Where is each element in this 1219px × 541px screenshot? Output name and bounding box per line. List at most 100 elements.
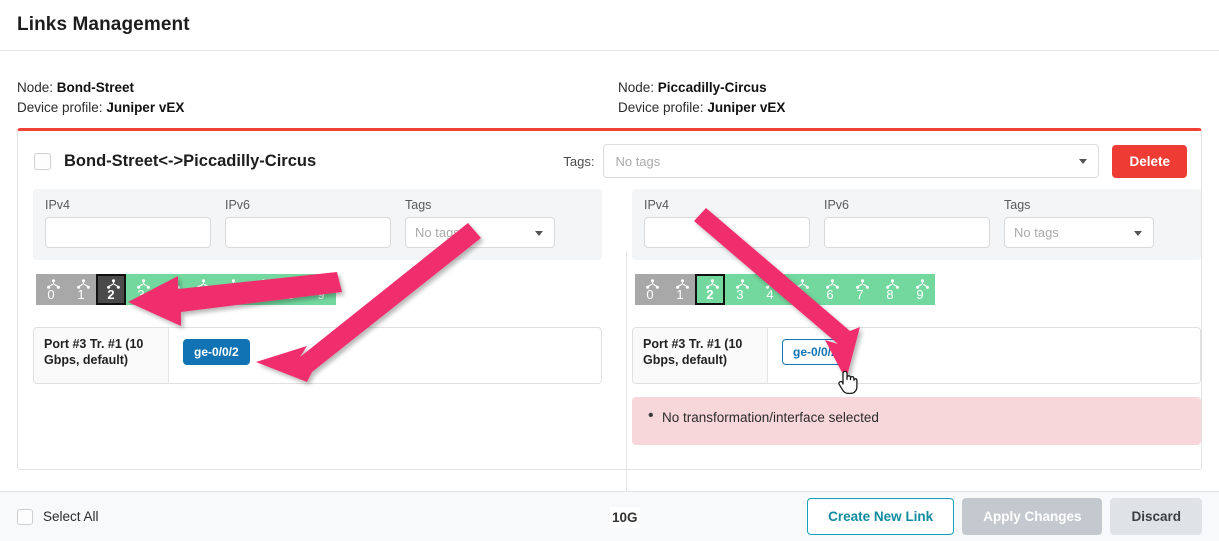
node-name-right: Piccadilly-Circus bbox=[658, 80, 767, 95]
link-card: Bond-Street<->Piccadilly-Circus Tags: No… bbox=[17, 128, 1202, 470]
ipv6-input-left[interactable] bbox=[225, 217, 391, 248]
network-node-icon bbox=[107, 279, 120, 289]
port-detail-body-left: ge-0/0/2 bbox=[169, 328, 601, 383]
port-number: 1 bbox=[77, 287, 84, 302]
field-ipv4-left: IPv4 bbox=[45, 198, 211, 248]
validation-alert-text: No transformation/interface selected bbox=[662, 410, 879, 425]
profile-name-right: Juniper vEX bbox=[707, 100, 785, 115]
network-node-icon bbox=[137, 279, 150, 289]
apply-changes-button[interactable]: Apply Changes bbox=[962, 498, 1102, 535]
port-cell-0[interactable]: 0 bbox=[635, 274, 665, 305]
port-cell-1[interactable]: 1 bbox=[665, 274, 695, 305]
node-row-left: Node: Bond-Street bbox=[17, 78, 618, 98]
port-number: 6 bbox=[227, 287, 234, 302]
ipv6-input-right[interactable] bbox=[824, 217, 990, 248]
interface-chip-left[interactable]: ge-0/0/2 bbox=[183, 339, 250, 365]
interface-chip-right[interactable]: ge-0/0/2 bbox=[782, 339, 849, 365]
profile-label-right: Device profile: bbox=[618, 100, 704, 115]
network-node-icon bbox=[287, 279, 300, 289]
link-tags-label: Tags: bbox=[563, 154, 603, 169]
port-cell-3[interactable]: 3 bbox=[126, 274, 156, 305]
network-node-icon bbox=[77, 279, 90, 289]
ipv4-input-right[interactable] bbox=[644, 217, 810, 248]
tags-label-left: Tags bbox=[405, 198, 555, 212]
validation-alert-right: No transformation/interface selected bbox=[632, 397, 1201, 445]
node-label-left: Node: bbox=[17, 80, 53, 95]
port-cell-6[interactable]: 6 bbox=[815, 274, 845, 305]
network-node-icon bbox=[886, 279, 899, 289]
network-node-icon bbox=[826, 279, 839, 289]
page-title: Links Management bbox=[17, 14, 190, 36]
field-ipv6-left: IPv6 bbox=[225, 198, 391, 248]
link-tags-select[interactable]: No tags bbox=[603, 144, 1099, 178]
field-tags-left: Tags No tags bbox=[405, 198, 555, 248]
port-grid-left: 0123 456 789 bbox=[36, 274, 602, 305]
port-detail-left: Port #3 Tr. #1 (10 Gbps, default) ge-0/0… bbox=[33, 327, 602, 384]
port-number: 7 bbox=[856, 287, 863, 302]
port-cell-6[interactable]: 6 bbox=[216, 274, 246, 305]
port-number: 3 bbox=[137, 287, 144, 302]
profile-row-left: Device profile: Juniper vEX bbox=[17, 98, 618, 118]
ipv6-label-left: IPv6 bbox=[225, 198, 391, 212]
port-cell-7[interactable]: 7 bbox=[845, 274, 875, 305]
port-cell-8[interactable]: 8 bbox=[875, 274, 905, 305]
select-all-control[interactable]: Select All bbox=[17, 509, 99, 525]
tags-select-right[interactable]: No tags bbox=[1004, 217, 1154, 248]
port-cell-8[interactable]: 8 bbox=[276, 274, 306, 305]
pane-left: IPv4 IPv6 Tags No tags 0123456789 Po bbox=[33, 189, 602, 445]
port-number: 9 bbox=[916, 287, 923, 302]
chevron-down-icon bbox=[1134, 231, 1142, 236]
discard-button[interactable]: Discard bbox=[1110, 498, 1202, 535]
port-number: 1 bbox=[676, 287, 683, 302]
port-cell-2[interactable]: 2 bbox=[695, 274, 725, 305]
node-info-strip: Node: Bond-Street Device profile: Junipe… bbox=[0, 51, 1219, 130]
chevron-down-icon bbox=[1079, 159, 1087, 164]
tags-select-left[interactable]: No tags bbox=[405, 217, 555, 248]
port-cell-3[interactable]: 3 bbox=[725, 274, 755, 305]
ipv4-input-left[interactable] bbox=[45, 217, 211, 248]
node-row-right: Node: Piccadilly-Circus bbox=[618, 78, 1219, 98]
link-select-checkbox[interactable] bbox=[34, 153, 51, 170]
port-cell-5[interactable]: 5 bbox=[186, 274, 216, 305]
network-node-icon bbox=[257, 279, 270, 289]
network-node-icon bbox=[227, 279, 240, 289]
pane-right-form: IPv4 IPv6 Tags No tags bbox=[632, 189, 1201, 260]
pane-right: IPv4 IPv6 Tags No tags 0123456789 Po bbox=[632, 189, 1201, 445]
create-new-link-button[interactable]: Create New Link bbox=[807, 498, 954, 535]
port-detail-caption-right: Port #3 Tr. #1 (10 Gbps, default) bbox=[633, 328, 768, 383]
port-number: 3 bbox=[736, 287, 743, 302]
link-tags-placeholder: No tags bbox=[615, 154, 660, 169]
field-tags-right: Tags No tags bbox=[1004, 198, 1154, 248]
footer-buttons: Create New Link Apply Changes Discard bbox=[807, 498, 1202, 535]
port-cell-9[interactable]: 9 bbox=[306, 274, 336, 305]
port-number: 0 bbox=[646, 287, 653, 302]
port-cell-5[interactable]: 5 bbox=[785, 274, 815, 305]
node-label-right: Node: bbox=[618, 80, 654, 95]
link-card-header: Bond-Street<->Piccadilly-Circus Tags: No… bbox=[18, 131, 1201, 189]
delete-button[interactable]: Delete bbox=[1112, 145, 1187, 178]
port-cell-4[interactable]: 4 bbox=[755, 274, 785, 305]
network-node-icon bbox=[796, 279, 809, 289]
network-node-icon bbox=[736, 279, 749, 289]
port-cell-1[interactable]: 1 bbox=[66, 274, 96, 305]
port-cell-9[interactable]: 9 bbox=[905, 274, 935, 305]
port-detail-right: Port #3 Tr. #1 (10 Gbps, default) ge-0/0… bbox=[632, 327, 1201, 384]
select-all-checkbox[interactable] bbox=[17, 509, 33, 525]
port-grid-right: 0 123456789 bbox=[635, 274, 1201, 305]
port-cell-4[interactable]: 4 bbox=[156, 274, 186, 305]
profile-row-right: Device profile: Juniper vEX bbox=[618, 98, 1219, 118]
pane-divider bbox=[626, 251, 627, 531]
port-detail-body-right: ge-0/0/2 bbox=[768, 328, 1200, 383]
profile-name-left: Juniper vEX bbox=[106, 100, 184, 115]
port-cell-2[interactable]: 2 bbox=[96, 274, 126, 305]
network-node-icon bbox=[646, 279, 659, 289]
link-speed-badge: 10G bbox=[610, 507, 640, 528]
page-header: Links Management bbox=[0, 0, 1219, 51]
port-cell-7[interactable]: 7 bbox=[246, 274, 276, 305]
ipv4-label-left: IPv4 bbox=[45, 198, 211, 212]
port-cell-0[interactable]: 0 bbox=[36, 274, 66, 305]
port-number: 7 bbox=[257, 287, 264, 302]
port-number: 4 bbox=[167, 287, 174, 302]
network-node-icon bbox=[317, 279, 330, 289]
network-node-icon bbox=[676, 279, 689, 289]
